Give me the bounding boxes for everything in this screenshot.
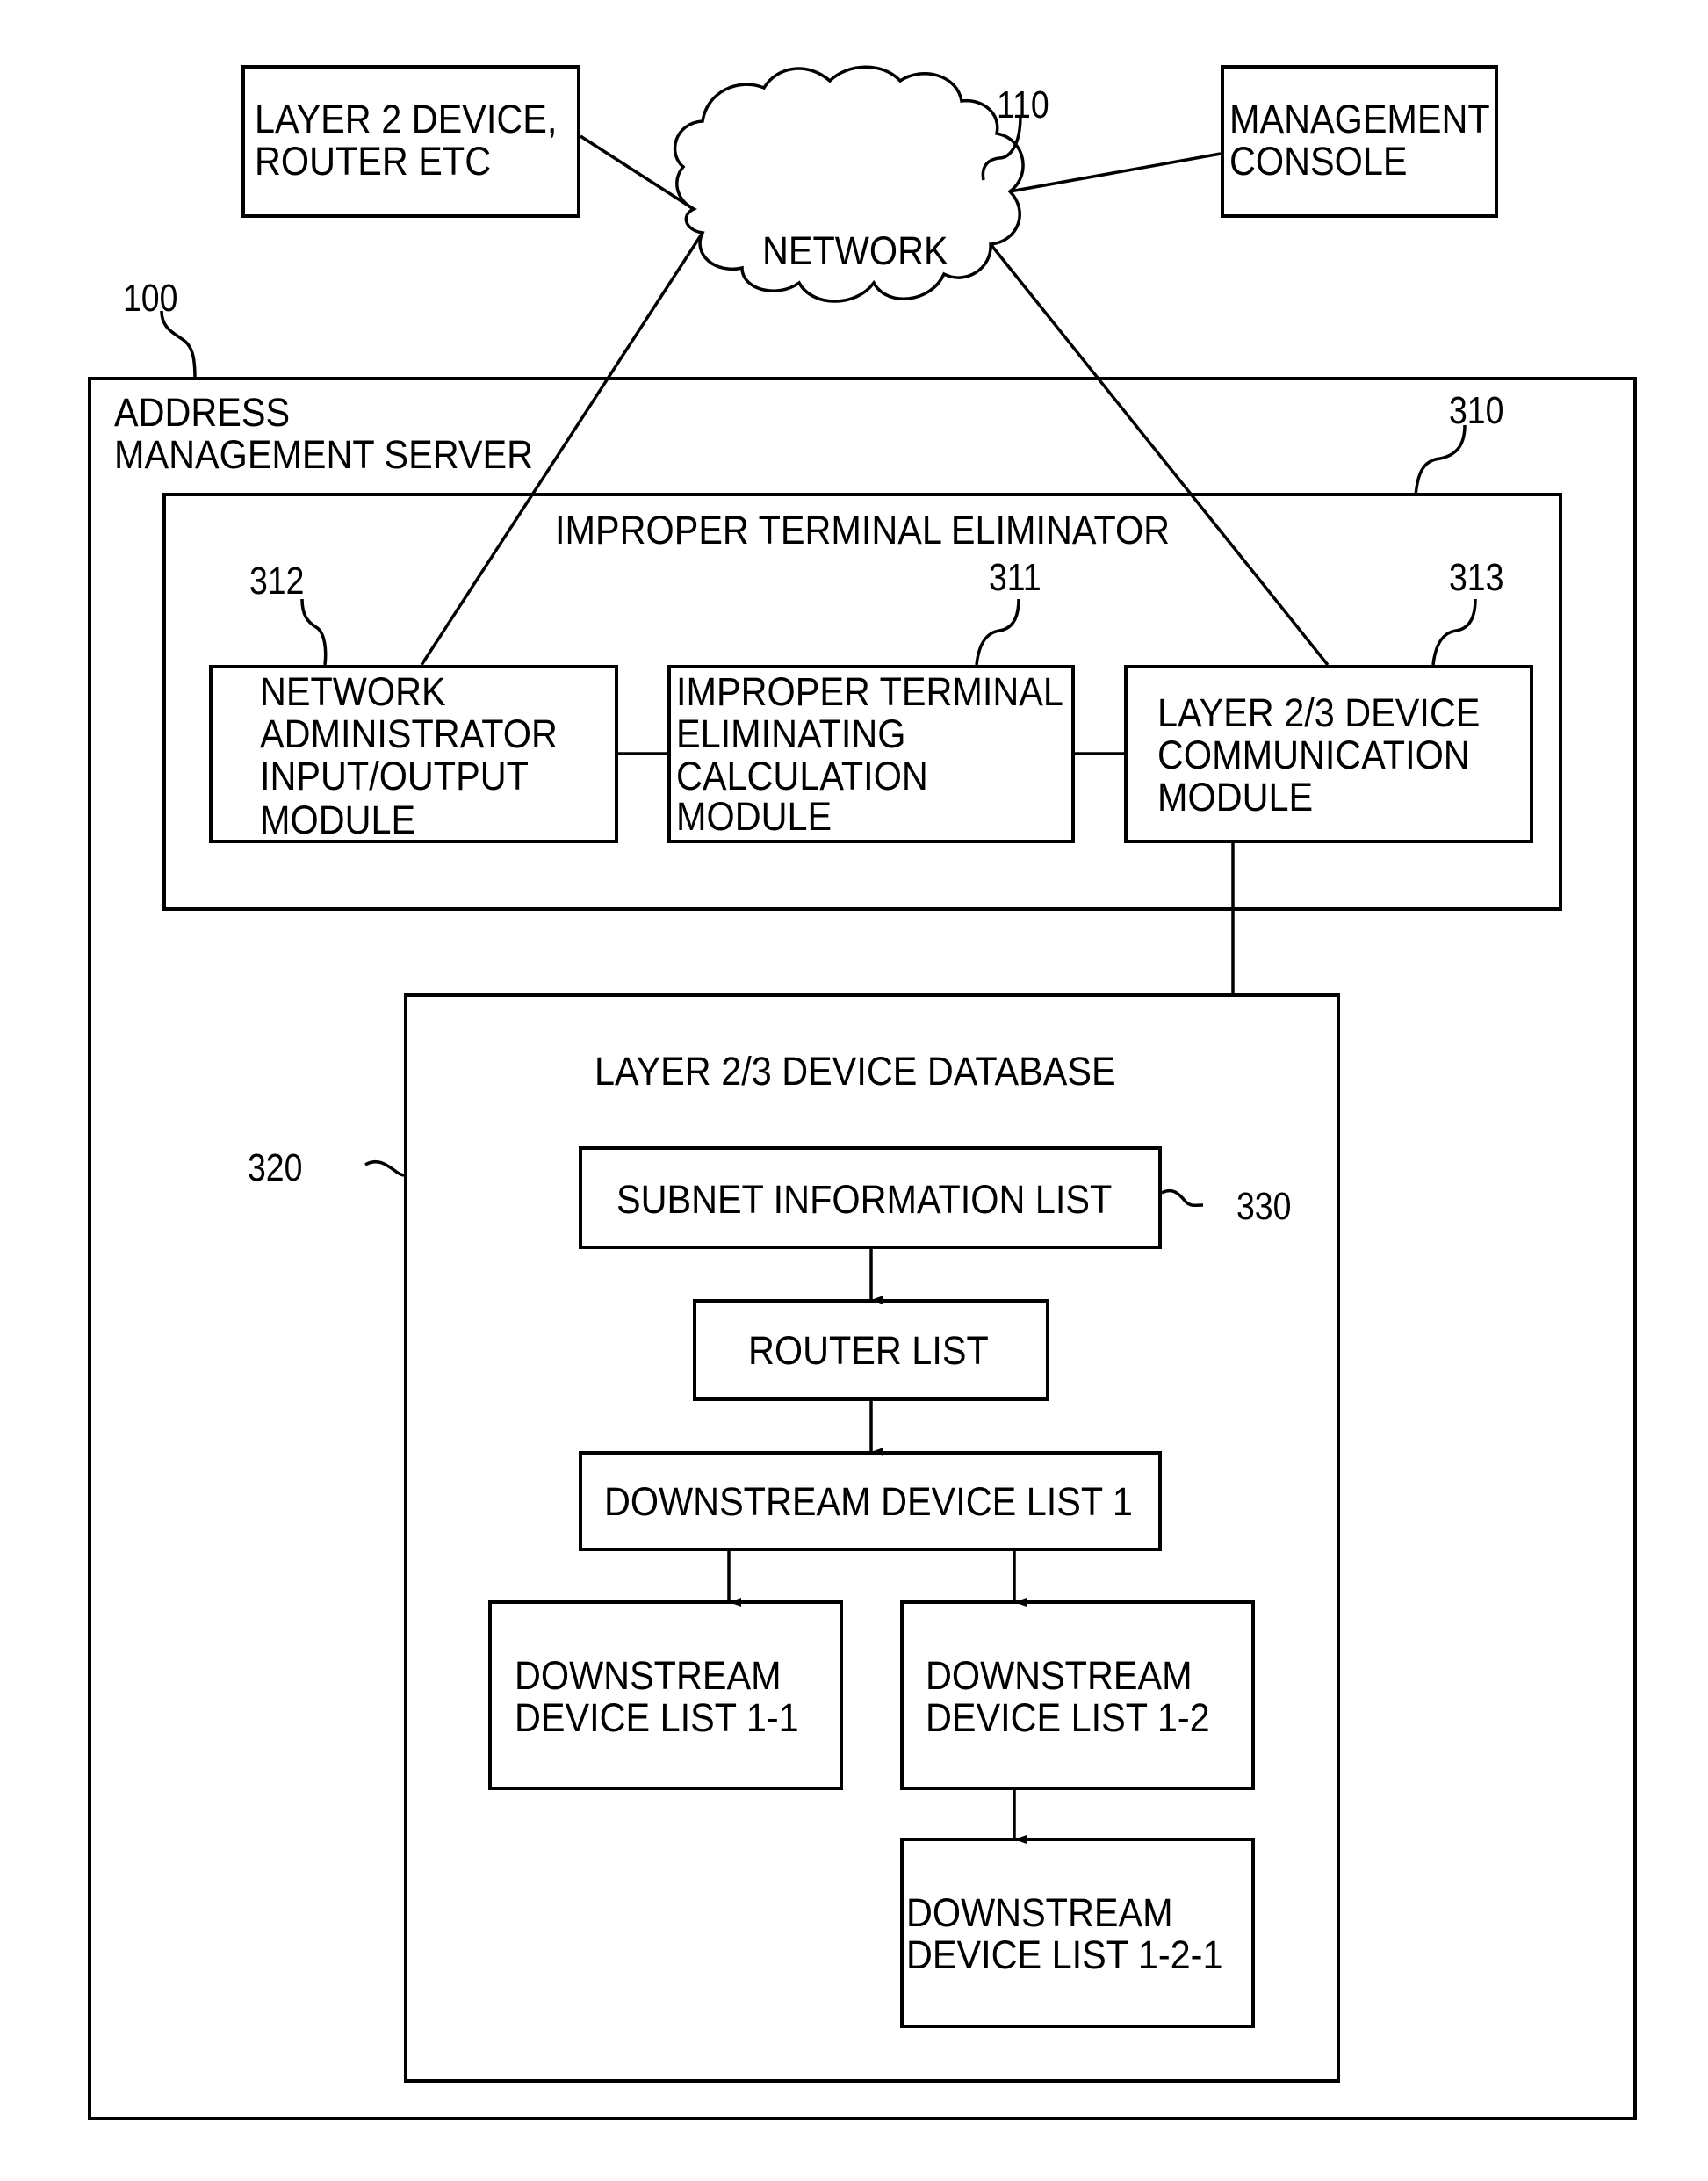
eliminator-ref-number: 310 [1449,389,1504,432]
subnet-information-list-label: SUBNET INFORMATION LIST [616,1177,1113,1222]
module-312-ref-number: 312 [249,560,305,603]
downstream-1-2-1-line1: DOWNSTREAM [906,1890,1173,1935]
database-title: LAYER 2/3 DEVICE DATABASE [595,1049,1116,1094]
module-311-ref-number: 311 [989,556,1041,599]
downstream-1-2-line2: DEVICE LIST 1-2 [926,1695,1210,1740]
module-312-line2: ADMINISTRATOR [260,711,558,756]
layer2-device-label-line2: ROUTER ETC [255,139,492,184]
server-label-line1: ADDRESS [114,390,291,435]
subnet-list-ref-number: 330 [1236,1185,1292,1228]
server-ref-number: 100 [123,277,178,320]
leader-100 [160,310,197,380]
management-console-label-line2: CONSOLE [1229,139,1408,184]
module-312-line4: MODULE [260,798,416,842]
link-network-layer2 [580,134,695,211]
eliminator-title: IMPROPER TERMINAL ELIMINATOR [555,508,1171,552]
downstream-1-1-line1: DOWNSTREAM [515,1653,782,1698]
module-313-line1: LAYER 2/3 DEVICE [1157,690,1481,735]
management-console-label-line1: MANAGEMENT [1229,97,1490,141]
link-network-console [1009,152,1222,193]
module-313-line3: MODULE [1157,775,1314,820]
module-311-line3: CALCULATION [676,754,928,798]
module-313-ref-number: 313 [1449,556,1504,599]
downstream-1-2-line1: DOWNSTREAM [926,1653,1193,1698]
module-312-line3: INPUT/OUTPUT [260,754,529,798]
module-311-line2: ELIMINATING [676,711,906,756]
database-ref-number: 320 [248,1146,303,1189]
module-311-line1: IMPROPER TERMINAL [676,669,1063,714]
module-311-line4: MODULE [676,794,832,839]
downstream-device-list-1-label: DOWNSTREAM DEVICE LIST 1 [604,1479,1133,1524]
layer2-device-label-line1: LAYER 2 DEVICE, [255,97,558,141]
network-ref-number: 110 [997,83,1049,126]
router-list-label: ROUTER LIST [748,1328,989,1373]
downstream-1-1-line2: DEVICE LIST 1-1 [515,1695,799,1740]
server-label-line2: MANAGEMENT SERVER [114,432,533,477]
downstream-1-2-1-line2: DEVICE LIST 1-2-1 [906,1932,1223,1977]
module-312-line1: NETWORK [260,669,446,714]
network-label: NETWORK [762,228,948,273]
module-313-line2: COMMUNICATION [1157,733,1470,777]
